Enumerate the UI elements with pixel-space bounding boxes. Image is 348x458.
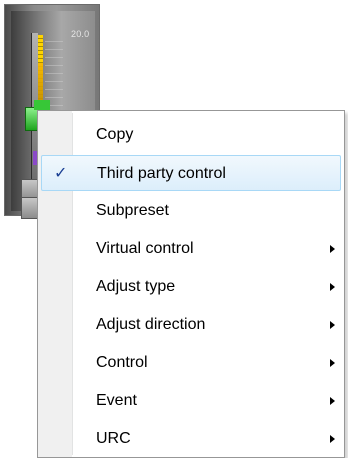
menu-item-virtual-control[interactable]: Virtual control [41,231,341,267]
menu-item-subpreset[interactable]: Subpreset [41,193,341,229]
menu-item-label: Subpreset [96,202,169,219]
menu-item-label: Event [96,392,137,409]
chevron-right-icon [330,245,335,253]
menu-item-urc[interactable]: URC [41,421,341,457]
menu-item-label: Adjust direction [96,316,206,333]
menu-item-label: Virtual control [96,240,194,257]
menu-item-adjust-direction[interactable]: Adjust direction [41,307,341,343]
menu-item-copy[interactable]: Copy [41,117,341,153]
level-meter-peak [38,63,43,103]
menu-item-event[interactable]: Event [41,383,341,419]
chevron-right-icon [330,397,335,405]
menu-item-adjust-type[interactable]: Adjust type [41,269,341,305]
chevron-right-icon [330,359,335,367]
context-menu: Copy ✓ Third party control Subpreset Vir… [37,110,345,458]
meter-value-label: 20.0 [71,29,90,39]
menu-item-label: Adjust type [96,278,176,295]
checkmark-icon: ✓ [54,165,68,182]
menu-item-label: URC [96,430,131,447]
chevron-right-icon [330,283,335,291]
chevron-right-icon [330,435,335,443]
menu-item-label: Third party control [97,165,226,182]
chevron-right-icon [330,321,335,329]
menu-item-third-party-control[interactable]: ✓ Third party control [41,155,341,191]
menu-item-label: Control [96,354,148,371]
menu-item-label: Copy [96,126,134,143]
menu-item-control[interactable]: Control [41,345,341,381]
